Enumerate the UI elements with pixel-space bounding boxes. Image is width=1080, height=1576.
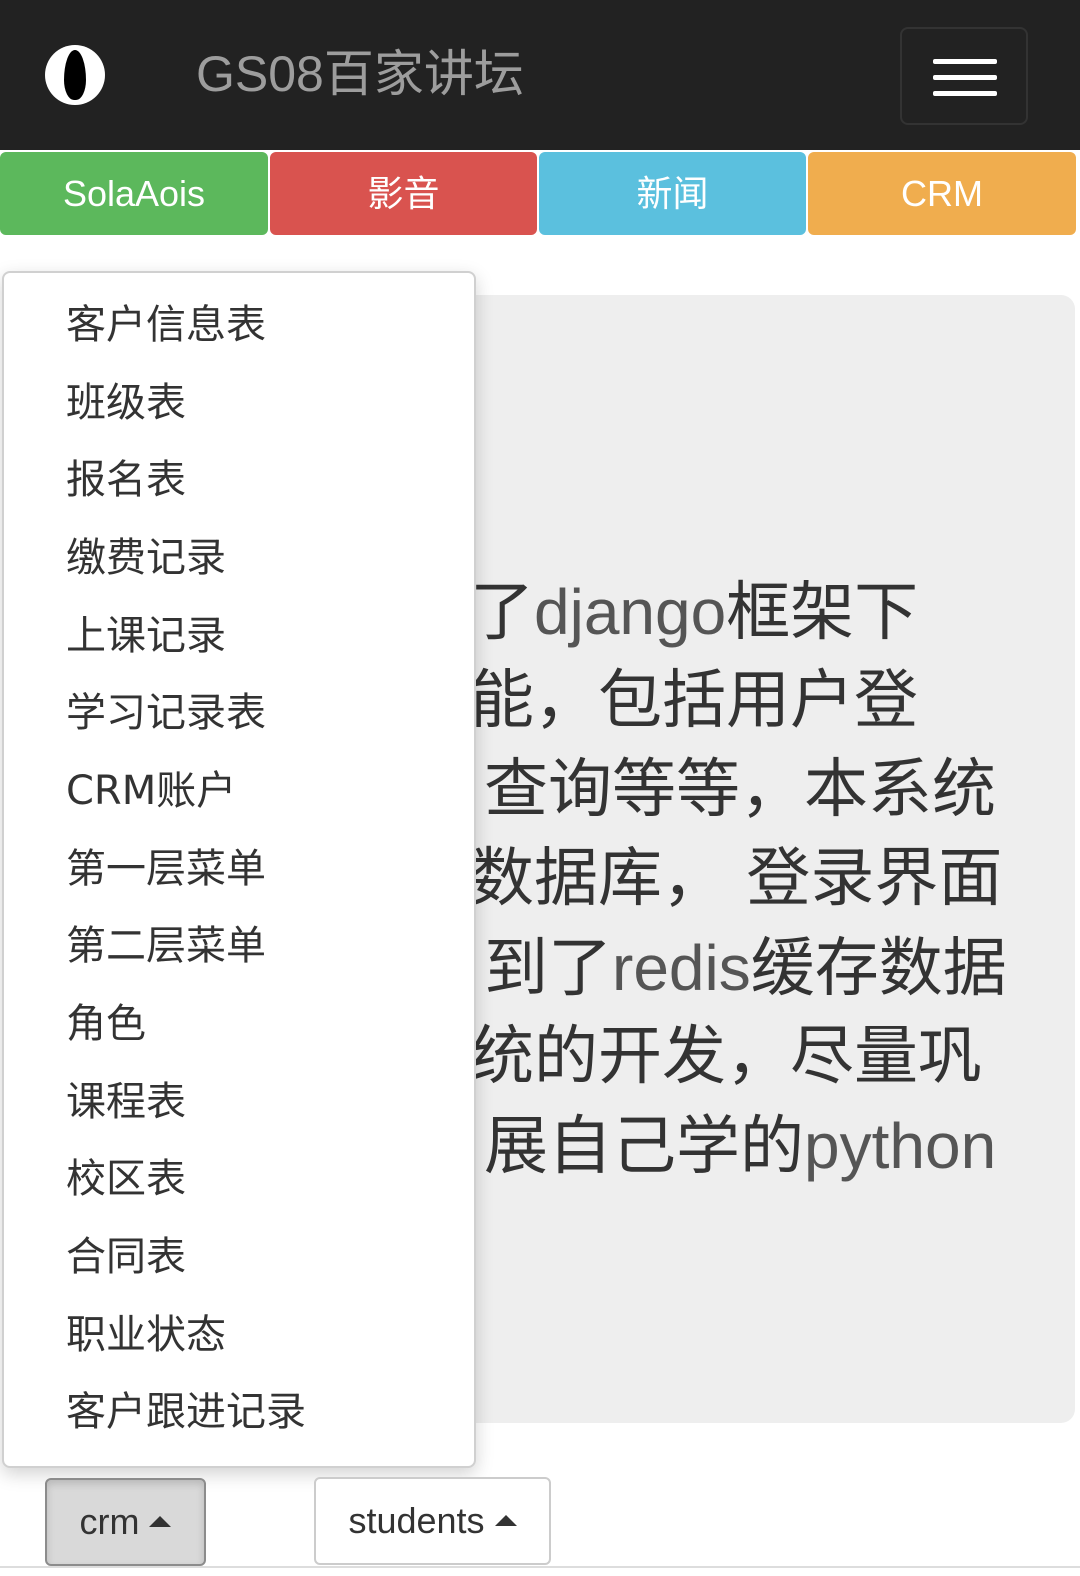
- menu-item-study-records[interactable]: 学习记录表: [66, 678, 266, 748]
- menu-item-class-records[interactable]: 上课记录: [66, 601, 226, 671]
- hamburger-bar: [933, 91, 997, 96]
- text-fragment: 查询等等，本系统: [484, 753, 996, 827]
- text-fragment: 缓存数据: [750, 932, 1007, 1006]
- caret-up-icon: [494, 1514, 517, 1526]
- menu-item-class-table[interactable]: 班级表: [66, 368, 186, 438]
- menu-item-customer-info[interactable]: 客户信息表: [66, 290, 266, 360]
- text-fragment-latin: redis: [612, 932, 751, 1004]
- text-fragment-latin: django: [534, 576, 727, 648]
- text-fragment: 了: [470, 576, 534, 650]
- tab-solaaois[interactable]: SolaAois: [0, 152, 268, 235]
- jumbotron-description: 了django框架下 能，包括用户登 查询等等，本系统 数据库， 登录界面 到了…: [470, 568, 1070, 1191]
- caret-up-icon: [149, 1515, 172, 1527]
- text-fragment: 到了: [484, 932, 612, 1006]
- hamburger-menu-icon: [933, 59, 997, 64]
- text-fragment: 展自己学的: [484, 1110, 804, 1184]
- menu-item-payment-records[interactable]: 缴费记录: [66, 523, 226, 593]
- jumbotron-line: 展自己学的python: [470, 1102, 1070, 1191]
- students-dropup-button[interactable]: students: [314, 1477, 551, 1565]
- crm-dropdown-menu: 客户信息表 班级表 报名表 缴费记录 上课记录 学习记录表 CRM账户 第一层菜…: [2, 271, 476, 1468]
- menu-item-second-level-menu[interactable]: 第二层菜单: [66, 911, 266, 981]
- jumbotron-line: 数据库， 登录界面: [470, 835, 1070, 924]
- jumbotron-line: 到了redis缓存数据: [470, 924, 1070, 1013]
- text-fragment: 框架下: [726, 576, 919, 650]
- navbar-toggle-button[interactable]: [900, 27, 1028, 125]
- text-fragment: 能，包括用户登: [470, 664, 918, 738]
- students-button-label: students: [348, 1500, 485, 1541]
- text-fragment: 统的开发，尽量巩: [470, 1020, 982, 1094]
- crm-button-label: crm: [79, 1501, 140, 1542]
- menu-item-course-table[interactable]: 课程表: [66, 1067, 186, 1137]
- jumbotron-line: 了django框架下: [470, 568, 1070, 657]
- tab-news[interactable]: 新闻: [539, 152, 806, 235]
- brand-title[interactable]: GS08百家讲坛: [196, 42, 524, 106]
- menu-item-campus-table[interactable]: 校区表: [66, 1144, 186, 1214]
- drop-shape: [64, 50, 86, 100]
- jumbotron-line: 能，包括用户登: [470, 657, 1070, 746]
- tab-media[interactable]: 影音: [270, 152, 537, 235]
- jumbotron-line: 查询等等，本系统: [470, 746, 1070, 835]
- top-navbar: GS08百家讲坛: [0, 0, 1080, 150]
- tab-crm[interactable]: CRM: [808, 152, 1076, 235]
- text-fragment-latin: python: [804, 1110, 997, 1182]
- logo-icon[interactable]: [45, 45, 105, 105]
- crm-dropup-button[interactable]: crm: [45, 1478, 206, 1566]
- menu-item-role[interactable]: 角色: [66, 989, 146, 1059]
- menu-item-customer-followup[interactable]: 客户跟进记录: [66, 1377, 306, 1447]
- divider: [0, 1566, 1080, 1568]
- hamburger-bar: [933, 75, 997, 80]
- menu-item-first-level-menu[interactable]: 第一层菜单: [66, 834, 266, 904]
- menu-item-enrollment-table[interactable]: 报名表: [66, 445, 186, 515]
- jumbotron-line: 统的开发，尽量巩: [470, 1013, 1070, 1102]
- menu-item-contract-table[interactable]: 合同表: [66, 1222, 186, 1292]
- menu-item-crm-account[interactable]: CRM账户: [66, 756, 236, 826]
- category-tabs: SolaAois 影音 新闻 CRM: [0, 152, 1080, 235]
- menu-item-job-status[interactable]: 职业状态: [66, 1300, 226, 1370]
- text-fragment: 数据库， 登录界面: [470, 842, 1003, 916]
